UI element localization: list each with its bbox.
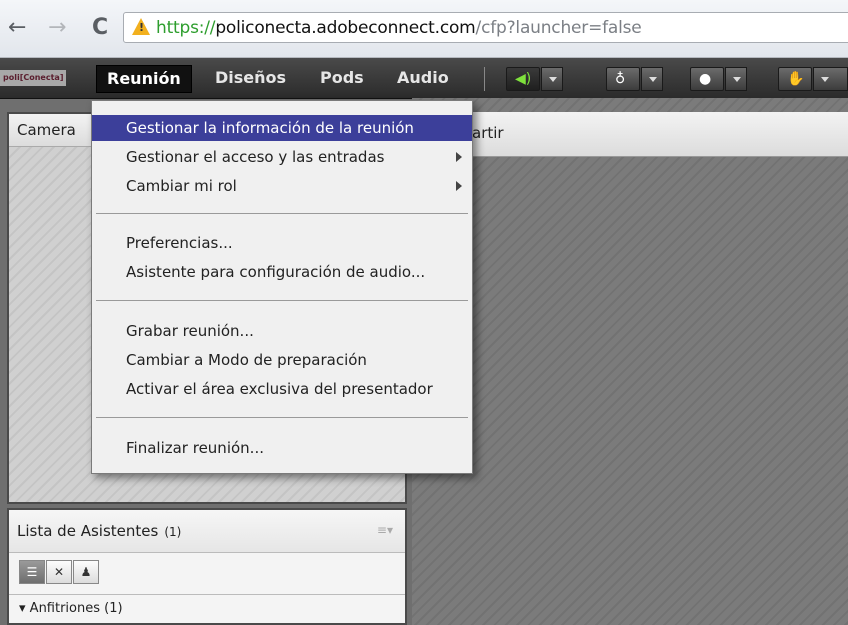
- hosts-group[interactable]: ▾ Anfitriones (1): [9, 595, 405, 625]
- reunion-dropdown-menu: Gestionar la información de la reunión G…: [91, 100, 473, 474]
- microphone-dropdown[interactable]: [641, 67, 663, 91]
- attendee-list-header: Lista de Asistentes (1) ≡▾: [9, 510, 405, 553]
- forward-arrow-icon[interactable]: →: [48, 17, 66, 39]
- hosts-group-label: Anfitriones (1): [29, 601, 123, 616]
- menu-divider: [96, 213, 468, 214]
- grid-view-icon[interactable]: ✕: [46, 560, 72, 584]
- menu-disenos[interactable]: Diseños: [205, 65, 296, 91]
- speaker-icon: ◀): [515, 71, 532, 87]
- security-warning-icon[interactable]: [132, 18, 150, 35]
- webcam-dropdown[interactable]: [725, 67, 747, 91]
- share-pod-title: artir: [472, 124, 504, 142]
- speaker-button[interactable]: ◀): [506, 67, 540, 91]
- connect-menubar: poli[Conecta] Reunión Diseños Pods Audio…: [0, 58, 848, 99]
- url-text[interactable]: https://policonecta.adobeconnect.com/cfp…: [156, 18, 642, 38]
- url-path: /cfp?launcher=false: [475, 18, 642, 38]
- collapse-triangle-icon: ▾: [19, 601, 30, 616]
- menu-audio[interactable]: Audio: [387, 65, 459, 91]
- pod-options-icon[interactable]: ≡▾: [377, 523, 393, 537]
- menu-item-record-meeting[interactable]: Grabar reunión...: [92, 318, 472, 344]
- menu-item-presenter-only-area[interactable]: Activar el área exclusiva del presentado…: [92, 376, 472, 402]
- user-view-icon[interactable]: ♟: [73, 560, 99, 584]
- menu-item-end-meeting[interactable]: Finalizar reunión...: [92, 435, 472, 461]
- menu-pods[interactable]: Pods: [310, 65, 374, 91]
- back-arrow-icon[interactable]: ←: [8, 17, 26, 39]
- menu-item-prepare-mode[interactable]: Cambiar a Modo de preparación: [92, 347, 472, 373]
- toolbar-divider: [484, 67, 485, 91]
- address-bar[interactable]: https://policonecta.adobeconnect.com/cfp…: [123, 12, 848, 43]
- reload-icon[interactable]: C: [92, 17, 108, 39]
- webcam-icon: ●: [699, 71, 712, 87]
- speaker-dropdown[interactable]: [541, 67, 563, 91]
- status-dropdown[interactable]: [813, 67, 848, 91]
- menu-item-manage-meeting-info[interactable]: Gestionar la información de la reunión: [92, 115, 472, 141]
- share-pod: [412, 98, 848, 625]
- menu-divider: [96, 417, 468, 418]
- menu-reunion[interactable]: Reunión: [96, 65, 192, 93]
- menu-item-audio-wizard[interactable]: Asistente para configuración de audio...: [92, 259, 472, 285]
- webcam-button[interactable]: ●: [690, 67, 724, 91]
- submenu-arrow-icon: [456, 152, 462, 162]
- menu-item-manage-access[interactable]: Gestionar el acceso y las entradas: [92, 144, 472, 170]
- share-pod-header: artir: [412, 112, 848, 157]
- status-button[interactable]: ✋: [778, 67, 812, 91]
- menu-item-preferences[interactable]: Preferencias...: [92, 230, 472, 256]
- url-domain: policonecta.adobeconnect.com: [215, 18, 476, 38]
- menu-item-change-role-label: Cambiar mi rol: [126, 177, 237, 195]
- microphone-button[interactable]: ♁: [606, 67, 640, 91]
- raise-hand-icon: ✋: [787, 71, 805, 87]
- attendee-view-toolbar: ☰ ✕ ♟: [9, 552, 405, 595]
- attendee-list-title-text: Lista de Asistentes: [17, 522, 159, 540]
- menu-item-change-role[interactable]: Cambiar mi rol: [92, 173, 472, 199]
- attendee-count: (1): [164, 525, 182, 539]
- app-logo: poli[Conecta]: [0, 70, 67, 86]
- browser-toolbar: ← → C https://policonecta.adobeconnect.c…: [0, 0, 848, 58]
- list-view-icon[interactable]: ☰: [19, 560, 45, 584]
- menu-divider: [96, 300, 468, 301]
- microphone-icon: ♁: [615, 71, 626, 87]
- url-scheme: https://: [156, 18, 216, 38]
- menu-item-manage-access-label: Gestionar el acceso y las entradas: [126, 148, 385, 166]
- attendee-list-pod: Lista de Asistentes (1) ≡▾ ☰ ✕ ♟ ▾ Anfitr…: [7, 508, 407, 625]
- submenu-arrow-icon: [456, 181, 462, 191]
- attendee-list-title: Lista de Asistentes (1): [17, 522, 181, 540]
